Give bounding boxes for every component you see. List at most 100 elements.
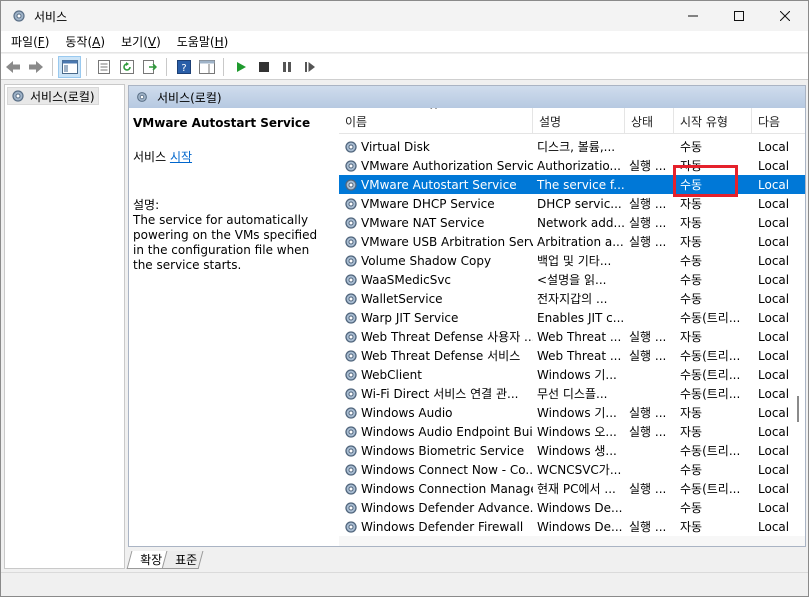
service-row[interactable]: Windows Defender Firewall Windows De... 실행… xyxy=(339,517,805,536)
service-status: 실행 ... xyxy=(629,159,667,173)
service-name-cell: WebClient xyxy=(339,367,533,383)
service-name-cell: VMware Authorization Service xyxy=(339,158,533,174)
service-startup-type: 수동(트리... xyxy=(680,387,741,401)
service-name-cell: VMware Autostart Service xyxy=(339,177,533,193)
column-header-name[interactable]: ^ 이름 xyxy=(339,108,533,134)
service-name: VMware USB Arbitration Serv... xyxy=(361,234,533,249)
service-name: Windows Connect Now - Co... xyxy=(361,462,533,477)
start-service-button[interactable] xyxy=(229,56,252,78)
service-startup-type: 수동(트리... xyxy=(680,349,741,363)
refresh-button[interactable] xyxy=(115,56,138,78)
column-header-startup-type[interactable]: 시작 유형 xyxy=(674,108,752,134)
service-startup-type: 수동(트리... xyxy=(680,444,741,458)
properties-icon xyxy=(97,59,110,74)
help-button[interactable]: ? xyxy=(172,56,195,78)
service-description: The service f... xyxy=(537,177,625,192)
service-name-cell: Virtual Disk xyxy=(339,139,533,155)
service-row[interactable]: Windows Connection Manager 현재 PC에서 ... 실행 … xyxy=(339,479,805,498)
service-description: Windows De... xyxy=(537,519,623,534)
service-startup-type: 자동 xyxy=(680,406,703,420)
close-button[interactable] xyxy=(762,1,808,31)
toolbar-separator xyxy=(223,57,224,76)
service-row[interactable]: VMware USB Arbitration Serv... Arbitratio… xyxy=(339,232,805,251)
start-service-link[interactable]: 시작 xyxy=(170,150,192,164)
service-row[interactable]: Volume Shadow Copy 백업 및 기타... 수동 Local xyxy=(339,251,805,270)
service-row[interactable]: WalletService 전자지갑의 ... 수동 Local xyxy=(339,289,805,308)
service-row[interactable]: Windows Defender Advance... Windows De...… xyxy=(339,498,805,517)
service-status: 실행 ... xyxy=(629,406,667,420)
start-service-prefix: 서비스 xyxy=(133,150,170,164)
service-name: WalletService xyxy=(361,291,443,306)
column-header-description[interactable]: 설명 xyxy=(533,108,625,134)
service-description: Windows 생... xyxy=(537,444,617,458)
show-hide-icon xyxy=(198,59,215,74)
service-name-cell: Wi-Fi Direct 서비스 연결 관... xyxy=(339,385,533,402)
stop-service-button[interactable] xyxy=(252,56,275,78)
service-row[interactable]: Warp JIT Service Enables JIT c... 수동(트리...… xyxy=(339,308,805,327)
service-name-cell: Windows Biometric Service xyxy=(339,443,533,459)
back-icon xyxy=(5,60,20,73)
title-bar: 서비스 xyxy=(1,1,808,31)
service-row[interactable]: Wi-Fi Direct 서비스 연결 관... 무선 디스플... 수동(트리..… xyxy=(339,384,805,403)
service-description: 백업 및 기타... xyxy=(537,254,612,268)
service-row[interactable]: VMware NAT Service Network add... 실행 ... 자동… xyxy=(339,213,805,232)
service-gear-icon xyxy=(345,482,357,495)
service-row[interactable]: Windows Audio Windows 기... 실행 ... 자동 Local xyxy=(339,403,805,422)
minimize-button[interactable] xyxy=(670,1,716,31)
stop-icon xyxy=(258,61,269,72)
service-gear-icon xyxy=(345,292,357,305)
service-status: 실행 ... xyxy=(629,425,667,439)
console-tree-button[interactable] xyxy=(58,55,81,78)
tab-standard[interactable]: 표준 xyxy=(161,551,204,569)
sort-ascending-icon: ^ xyxy=(429,108,439,117)
maximize-icon xyxy=(734,11,744,21)
status-bar xyxy=(1,572,808,596)
export-button[interactable] xyxy=(138,56,161,78)
list-header: ^ 이름 설명 상태 시작 유형 다음 xyxy=(339,108,805,134)
pause-service-button[interactable] xyxy=(275,56,298,78)
service-row[interactable]: Windows Biometric Service Windows 생... 수동(… xyxy=(339,441,805,460)
services-pane: 서비스(로컬) VMware Autostart Service 서비스 시작 … xyxy=(128,85,806,547)
maximize-button[interactable] xyxy=(716,1,762,31)
menu-view[interactable]: 보기(V) xyxy=(115,33,167,50)
service-name: Windows Connection Manager xyxy=(361,481,533,496)
service-status: 실행 ... xyxy=(629,349,667,363)
service-gear-icon xyxy=(345,520,357,533)
service-row[interactable]: WaaSMedicSvc <설명을 읽... 수동 Local xyxy=(339,270,805,289)
column-header-logon[interactable]: 다음 xyxy=(752,108,805,134)
service-row[interactable]: Windows Audio Endpoint Bui... Windows 오..… xyxy=(339,422,805,441)
service-row[interactable]: Web Threat Defense 사용자 ... Web Threat ...… xyxy=(339,327,805,346)
service-gear-icon xyxy=(345,178,357,191)
restart-service-button[interactable] xyxy=(298,56,321,78)
service-name-cell: Windows Defender Firewall xyxy=(339,519,533,535)
service-name: Volume Shadow Copy xyxy=(361,253,492,268)
menu-action[interactable]: 동작(A) xyxy=(59,33,111,50)
service-description: Windows 기... xyxy=(537,368,617,382)
toolbar: ? xyxy=(1,54,808,80)
service-description: 디스크, 볼륨,... xyxy=(537,140,616,154)
show-hide-button[interactable] xyxy=(195,56,218,78)
column-header-status[interactable]: 상태 xyxy=(625,108,674,134)
menu-help[interactable]: 도움말(H) xyxy=(171,33,235,50)
service-row[interactable]: Virtual Disk 디스크, 볼륨,... 수동 Local xyxy=(339,137,805,156)
service-gear-icon xyxy=(345,463,357,476)
tree-node-label: 서비스(로컬) xyxy=(30,89,95,104)
service-row[interactable]: WebClient Windows 기... 수동(트리... Local xyxy=(339,365,805,384)
scrollbar-thumb[interactable] xyxy=(797,396,799,422)
forward-button[interactable] xyxy=(24,56,47,78)
service-description: 무선 디스플... xyxy=(537,387,608,401)
service-row[interactable]: Web Threat Defense 서비스 Web Threat ... 실행 .… xyxy=(339,346,805,365)
menu-file[interactable]: 파일(F) xyxy=(5,33,55,50)
vertical-scrollbar[interactable] xyxy=(793,134,803,534)
service-detail-panel: VMware Autostart Service 서비스 시작 설명: The … xyxy=(133,116,323,273)
properties-button[interactable] xyxy=(92,56,115,78)
service-row[interactable]: Windows Connect Now - Co... WCNCSVC가... 수동… xyxy=(339,460,805,479)
description-label: 설명: xyxy=(133,198,160,212)
service-gear-icon xyxy=(345,159,357,172)
service-startup-type: 수동 xyxy=(680,140,703,154)
service-name: Web Threat Defense 서비스 xyxy=(361,349,521,363)
service-status: 실행 ... xyxy=(629,197,667,211)
tree-node-services-local[interactable]: 서비스(로컬) xyxy=(7,87,99,105)
service-description: 현재 PC에서 ... xyxy=(537,482,616,496)
back-button[interactable] xyxy=(1,56,24,78)
